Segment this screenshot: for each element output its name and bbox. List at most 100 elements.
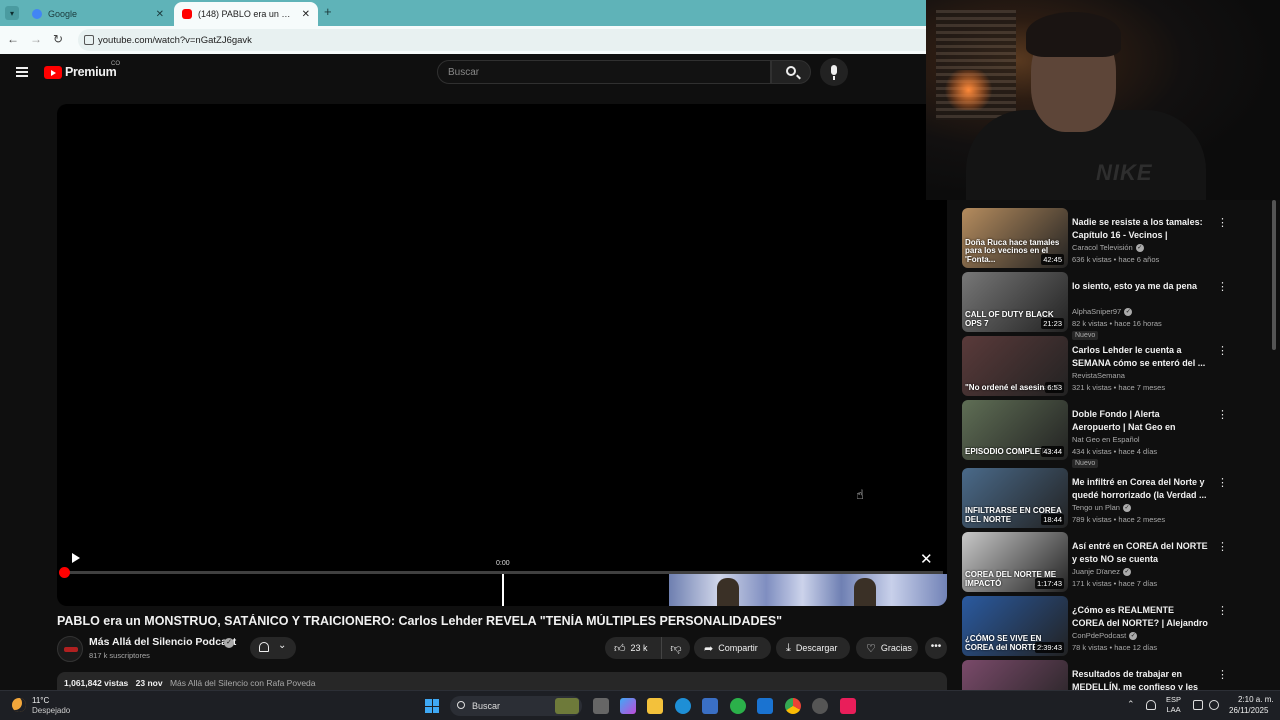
scrollbar[interactable] xyxy=(1272,200,1276,350)
tab-title: Google xyxy=(48,9,78,19)
close-icon[interactable]: ✕ xyxy=(920,550,933,568)
recommendation-item[interactable]: COREA DEL NORTE ME IMPACTÓ 1:17:43 Así ent… xyxy=(962,532,1262,592)
file-explorer-icon[interactable] xyxy=(647,698,663,714)
more-options-icon[interactable]: ⋮ xyxy=(1217,216,1228,229)
more-options-icon[interactable]: ⋮ xyxy=(1217,408,1228,421)
video-thumbnail[interactable]: COREA DEL NORTE ME IMPACTÓ 1:17:43 xyxy=(962,532,1068,592)
recommendation-channel[interactable]: Juanje Dïanez ✓ xyxy=(1072,567,1131,577)
windows-start-icon[interactable] xyxy=(425,699,439,713)
channel-name[interactable]: Más Allá del Silencio Podcast xyxy=(89,636,236,648)
new-tab-icon[interactable]: + xyxy=(324,4,332,19)
address-bar[interactable]: youtube.com/watch?v=nGatZJ6gavk xyxy=(78,29,926,51)
thumbs-down-icon: 👎︎ xyxy=(670,642,682,655)
more-actions-icon[interactable]: ••• xyxy=(925,637,947,659)
download-button[interactable]: ⤓ Descargar xyxy=(776,637,850,659)
tab-search-dropdown-icon[interactable]: ▾ xyxy=(5,6,19,20)
recommendation-item[interactable]: "No ordené el asesinato" 6:53 Carlos Lehde… xyxy=(962,336,1262,396)
video-thumbnail[interactable]: INFILTRARSE EN COREA DEL NORTE 18:44 xyxy=(962,468,1068,528)
more-options-icon[interactable]: ⋮ xyxy=(1217,280,1228,293)
recommendation-channel[interactable]: Caracol Televisión ✓ xyxy=(1072,243,1144,253)
scrubber-handle[interactable] xyxy=(59,567,70,578)
obs-icon[interactable] xyxy=(812,698,828,714)
like-dislike-group: 👍︎ 23 k 👎︎ xyxy=(605,637,690,659)
voice-search-button[interactable] xyxy=(820,58,848,86)
recommendation-item[interactable]: INFILTRARSE EN COREA DEL NORTE 18:44 Me in… xyxy=(962,468,1262,528)
weather-temperature: 11°C xyxy=(32,696,50,705)
chevron-up-icon[interactable]: ⌃ xyxy=(1127,699,1135,710)
tab-youtube[interactable]: (148) PABLO era un MONSTRUO ✕ xyxy=(174,2,318,26)
recommendation-title[interactable]: lo siento, esto ya me da pena xyxy=(1072,280,1208,293)
xbox-icon[interactable] xyxy=(730,698,746,714)
new-badge: Nuevo xyxy=(1072,459,1099,468)
network-icon[interactable] xyxy=(1193,700,1203,710)
video-duration: 42:45 xyxy=(1041,254,1064,265)
more-options-icon[interactable]: ⋮ xyxy=(1217,604,1228,617)
youtube-logo-text[interactable]: Premium xyxy=(65,65,117,79)
menu-icon[interactable] xyxy=(16,67,28,77)
bell-icon xyxy=(259,642,269,652)
microphone-tray-icon[interactable] xyxy=(1146,700,1156,710)
recommendation-item[interactable]: Doña Ruca hace tamales para los vecinos … xyxy=(962,208,1262,268)
windows-taskbar: 11°C Despejado Buscar ⌃ ESP LAA 2:10 a. … xyxy=(0,690,1280,720)
store-icon[interactable] xyxy=(702,698,718,714)
tab-google[interactable]: Google ✕ xyxy=(24,2,172,26)
recommendation-title[interactable]: Nadie se resiste a los tamales: Capítulo… xyxy=(1072,216,1208,241)
like-count: 23 k xyxy=(630,643,648,653)
more-options-icon[interactable]: ⋮ xyxy=(1217,540,1228,553)
more-options-icon[interactable]: ⋮ xyxy=(1217,476,1228,489)
more-options-icon[interactable]: ⋮ xyxy=(1217,344,1228,357)
video-thumbnail[interactable]: Doña Ruca hace tamales para los vecinos … xyxy=(962,208,1068,268)
channel-avatar[interactable] xyxy=(57,636,83,662)
country-code: CO xyxy=(111,61,120,67)
close-tab-icon[interactable]: ✕ xyxy=(156,9,164,20)
recommendation-item[interactable]: CALL OF DUTY BLACK OPS 7 21:23 lo siento, … xyxy=(962,272,1262,340)
close-tab-icon[interactable]: ✕ xyxy=(302,9,310,20)
site-info-icon[interactable] xyxy=(84,35,94,45)
recommendation-item[interactable]: ¿CÓMO SE VIVE EN COREA del NORTE? 2:39:43… xyxy=(962,596,1262,656)
clock-time[interactable]: 2:10 a. m. xyxy=(1238,695,1274,704)
language-indicator[interactable]: ESP LAA xyxy=(1166,695,1181,715)
recommendation-title[interactable]: Me infiltré en Corea del Norte y quedé h… xyxy=(1072,476,1208,501)
outlook-icon[interactable] xyxy=(757,698,773,714)
chrome-icon[interactable] xyxy=(785,698,801,714)
recommendation-channel[interactable]: RevistaSemana xyxy=(1072,371,1125,380)
forward-icon[interactable]: → xyxy=(28,32,44,46)
video-player[interactable]: ✕ 0:00 xyxy=(57,104,947,606)
recommendation-title[interactable]: ¿Cómo es REALMENTE COREA del NORTE? | Al… xyxy=(1072,604,1208,629)
volume-icon[interactable] xyxy=(1209,700,1219,710)
search-highlight-icon[interactable] xyxy=(555,698,579,714)
recommendation-title[interactable]: Doble Fondo | Alerta Aeropuerto | Nat Ge… xyxy=(1072,408,1208,433)
more-options-icon[interactable]: ⋮ xyxy=(1217,668,1228,681)
share-button[interactable]: ➦ Compartir xyxy=(694,637,771,659)
video-thumbnail[interactable]: ¿CÓMO SE VIVE EN COREA del NORTE? 2:39:43 xyxy=(962,596,1068,656)
dislike-button[interactable]: 👎︎ xyxy=(661,637,690,659)
task-view-icon[interactable] xyxy=(593,698,609,714)
description-box[interactable]: 1,061,842 vistas 23 nov Más Allá del Sil… xyxy=(57,672,947,692)
recommendation-item[interactable]: EPISODIO COMPLETO 43:44 Doble Fondo | Aler… xyxy=(962,400,1262,468)
search-input[interactable]: Buscar xyxy=(437,60,771,84)
youtube-logo-icon[interactable] xyxy=(44,66,62,79)
reload-icon[interactable]: ↻ xyxy=(50,32,66,46)
notifications-button[interactable]: ⌄ xyxy=(250,637,296,659)
recommendation-channel[interactable]: ConPdePodcast ✓ xyxy=(1072,631,1138,641)
like-button[interactable]: 👍︎ 23 k xyxy=(605,637,659,659)
copilot-icon[interactable] xyxy=(620,698,636,714)
video-thumbnail[interactable]: "No ordené el asesinato" 6:53 xyxy=(962,336,1068,396)
play-icon[interactable] xyxy=(72,553,80,563)
back-icon[interactable]: ← xyxy=(5,32,21,46)
video-thumbnail[interactable]: CALL OF DUTY BLACK OPS 7 21:23 xyxy=(962,272,1068,332)
search-button[interactable] xyxy=(771,60,811,84)
weather-moon-icon[interactable] xyxy=(12,698,26,712)
recommendation-channel[interactable]: AlphaSniper97 ✓ xyxy=(1072,307,1133,317)
edge-icon[interactable] xyxy=(675,698,691,714)
video-thumbnail[interactable]: EPISODIO COMPLETO 43:44 xyxy=(962,400,1068,460)
storyboard-preview xyxy=(669,574,947,606)
thanks-button[interactable]: ♡ Gracias xyxy=(856,637,918,659)
recommendation-channel[interactable]: Tengo un Plan ✓ xyxy=(1072,503,1131,513)
recommendation-title[interactable]: Carlos Lehder le cuenta a SEMANA cómo se… xyxy=(1072,344,1208,369)
clock-date[interactable]: 26/11/2025 xyxy=(1229,706,1268,715)
recommendation-channel[interactable]: Nat Geo en Español xyxy=(1072,435,1140,444)
taskbar-search-label: Buscar xyxy=(472,701,501,711)
tiktok-icon[interactable] xyxy=(840,698,856,714)
recommendation-title[interactable]: Así entré en COREA del NORTE y esto NO s… xyxy=(1072,540,1208,565)
